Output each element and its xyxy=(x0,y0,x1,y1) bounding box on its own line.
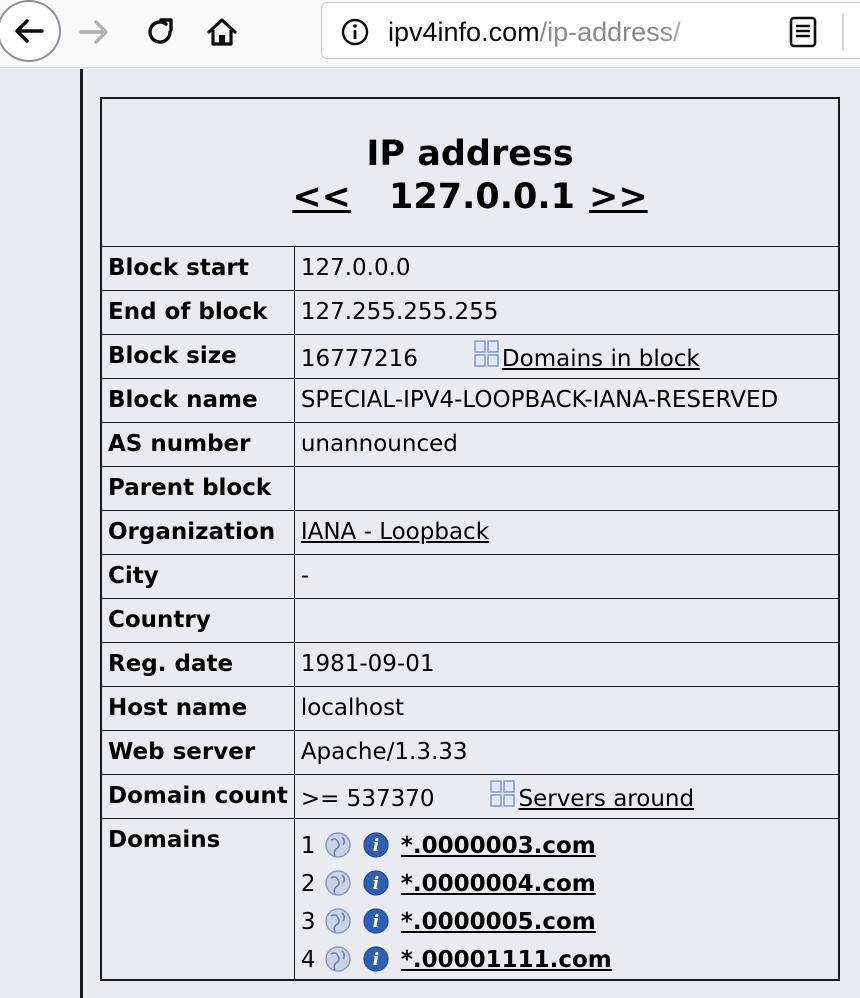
row-country: Country xyxy=(100,597,840,643)
value-city: - xyxy=(293,553,840,599)
ip-header: IP address << 127.0.0.1 >> xyxy=(100,97,840,247)
row-parent-block: Parent block xyxy=(100,465,840,511)
list-item: 1 i *.0000003.com xyxy=(301,827,832,865)
info-icon[interactable]: i xyxy=(361,907,391,937)
list-item: 2 i *.0000004.com xyxy=(301,865,832,903)
forward-button[interactable] xyxy=(72,10,116,54)
domain-index: 3 xyxy=(300,908,316,935)
label-city: City xyxy=(100,553,295,599)
url-fade xyxy=(662,3,722,58)
servers-around-link[interactable]: Servers around xyxy=(518,786,694,812)
page-content: IP address << 127.0.0.1 >> Block start 127… xyxy=(0,69,860,998)
domain-index: 4 xyxy=(300,946,316,973)
label-host-name: Host name xyxy=(100,685,295,731)
row-organization: Organization IANA - Loopback xyxy=(100,509,840,555)
left-rule xyxy=(80,69,83,998)
info-icon[interactable]: i xyxy=(361,869,391,899)
svg-text:i: i xyxy=(373,874,379,894)
row-block-size: Block size 16777216 Domains in block xyxy=(100,333,840,379)
browser-toolbar: ipv4info.com/ip-address/ xyxy=(0,0,860,68)
value-country xyxy=(293,597,840,643)
label-block-size: Block size xyxy=(100,333,295,379)
value-block-size-cell: 16777216 Domains in block xyxy=(293,333,840,379)
site-info-icon[interactable] xyxy=(340,17,370,47)
grid-icon xyxy=(474,340,499,367)
label-end-of-block: End of block xyxy=(100,289,295,335)
ip-info-table: IP address << 127.0.0.1 >> Block start 127… xyxy=(100,97,840,981)
organization-link[interactable]: IANA - Loopback xyxy=(301,519,489,545)
globe-icon[interactable] xyxy=(323,869,353,899)
reload-icon xyxy=(148,18,173,44)
value-reg-date: 1981-09-01 xyxy=(293,641,840,687)
row-host-name: Host name localhost xyxy=(100,685,840,731)
value-block-start: 127.0.0.0 xyxy=(293,245,840,291)
label-as-number: AS number xyxy=(100,421,295,467)
domain-index: 1 xyxy=(300,832,316,859)
label-parent-block: Parent block xyxy=(100,465,295,511)
url-path: /ip-address/ xyxy=(539,17,681,47)
next-ip-link[interactable]: >> xyxy=(589,177,648,217)
svg-text:i: i xyxy=(373,950,379,970)
domain-link[interactable]: *.0000004.com xyxy=(401,871,596,897)
row-reg-date: Reg. date 1981-09-01 xyxy=(100,641,840,687)
globe-icon[interactable] xyxy=(323,831,353,861)
label-organization: Organization xyxy=(100,509,295,555)
label-reg-date: Reg. date xyxy=(100,641,295,687)
list-item: 3 i *.0000005.com xyxy=(301,903,832,941)
value-end-of-block: 127.255.255.255 xyxy=(293,289,840,335)
label-domain-count: Domain count xyxy=(100,773,295,819)
domain-index: 2 xyxy=(300,870,316,897)
row-city: City - xyxy=(100,553,840,599)
row-block-start: Block start 127.0.0.0 xyxy=(100,245,840,291)
domain-link[interactable]: *.00001111.com xyxy=(401,947,612,973)
row-domain-count: Domain count >= 537370 Servers around xyxy=(100,773,840,819)
value-parent-block xyxy=(293,465,840,511)
value-block-size: 16777216 xyxy=(300,346,418,372)
url-bar-separator xyxy=(842,13,844,51)
value-domain-count: >= 537370 xyxy=(300,786,435,812)
label-country: Country xyxy=(100,597,295,643)
value-host-name: localhost xyxy=(293,685,840,731)
grid-icon xyxy=(490,780,516,807)
info-icon[interactable]: i xyxy=(361,945,391,975)
reader-view-icon[interactable] xyxy=(786,15,820,49)
row-block-name: Block name SPECIAL-IPV4-LOOPBACK-IANA-RE… xyxy=(100,377,840,423)
row-domains: Domains 1 i *.0000003.com 2 i *.0000004.… xyxy=(100,817,840,980)
back-button[interactable] xyxy=(0,0,61,62)
svg-text:i: i xyxy=(373,912,379,932)
info-icon[interactable]: i xyxy=(361,831,391,861)
svg-text:i: i xyxy=(373,836,379,856)
value-as-number: unannounced xyxy=(293,421,840,467)
globe-icon[interactable] xyxy=(323,907,353,937)
arrow-right-icon xyxy=(79,20,108,44)
value-domain-count-cell: >= 537370 Servers around xyxy=(293,773,840,819)
globe-icon[interactable] xyxy=(323,945,353,975)
home-icon xyxy=(207,18,237,46)
label-block-name: Block name xyxy=(100,377,295,423)
prev-ip-link[interactable]: << xyxy=(292,177,351,217)
ip-navigation: << 127.0.0.1 >> xyxy=(108,175,832,219)
url-host: ipv4info.com xyxy=(388,17,540,47)
row-end-of-block: End of block 127.255.255.255 xyxy=(100,289,840,335)
url-bar[interactable]: ipv4info.com/ip-address/ xyxy=(321,2,860,59)
domain-link[interactable]: *.0000003.com xyxy=(401,833,596,859)
reload-button[interactable] xyxy=(138,10,182,54)
row-as-number: AS number unannounced xyxy=(100,421,840,467)
domains-in-block-link[interactable]: Domains in block xyxy=(502,346,700,372)
home-button[interactable] xyxy=(200,10,244,54)
arrow-left-icon xyxy=(15,19,44,43)
current-ip: 127.0.0.1 xyxy=(388,177,575,218)
list-item: 4 i *.00001111.com xyxy=(301,941,832,979)
domains-list: 1 i *.0000003.com 2 i *.0000004.com 3 i … xyxy=(293,817,840,980)
domain-link[interactable]: *.0000005.com xyxy=(401,909,596,935)
value-organization-cell: IANA - Loopback xyxy=(293,509,840,555)
row-web-server: Web server Apache/1.3.33 xyxy=(100,729,840,775)
label-block-start: Block start xyxy=(100,245,295,291)
page-title: IP address xyxy=(366,134,574,175)
value-block-name: SPECIAL-IPV4-LOOPBACK-IANA-RESERVED xyxy=(293,377,840,423)
label-domains: Domains xyxy=(100,817,295,980)
label-web-server: Web server xyxy=(100,729,295,775)
value-web-server: Apache/1.3.33 xyxy=(293,729,840,775)
